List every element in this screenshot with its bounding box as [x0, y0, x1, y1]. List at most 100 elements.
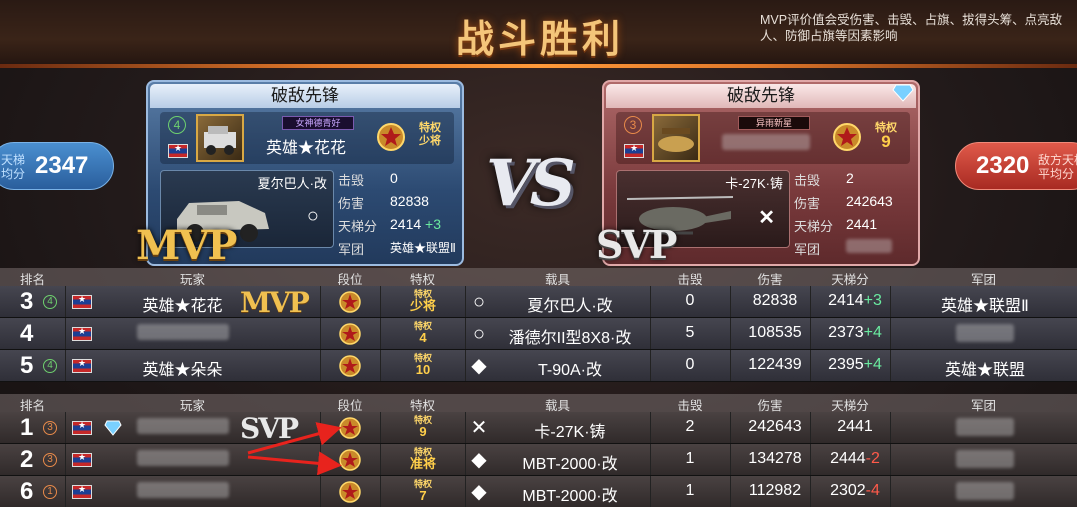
- rank-emblem-icon: [833, 123, 861, 151]
- privilege-badge: 特权 准将: [406, 447, 440, 470]
- table-row[interactable]: 23 特权准将 ◆ MBT-2000·改 1 134278 2444-2: [0, 444, 1077, 476]
- ladder-value: 2395: [828, 356, 864, 373]
- mvp-card[interactable]: 破敌先锋 4 女神德青好 英雄★花花 特权 少将 夏尔巴人·改 ○ 击毁0 伤害…: [136, 80, 464, 269]
- player-name[interactable]: 英雄★朵朵: [120, 356, 245, 380]
- column-divider: [890, 412, 891, 443]
- column-divider: [810, 350, 811, 381]
- column-divider: [465, 318, 466, 349]
- corps-label: 军团: [338, 242, 365, 257]
- avatar[interactable]: [652, 114, 700, 162]
- column-divider: [650, 350, 651, 381]
- ladder-cell: 2395+4: [815, 356, 895, 374]
- ladder-delta: +4: [863, 324, 882, 341]
- column-divider: [810, 286, 811, 317]
- ladder-value: 2414: [828, 292, 864, 309]
- mvp-badge: MVP: [240, 286, 310, 319]
- column-divider: [465, 350, 466, 381]
- ladder-value: 2414: [390, 216, 422, 232]
- privilege-badge: 特权 9: [406, 415, 440, 439]
- privilege-badge: 特权 少将: [406, 289, 440, 313]
- mvp-profile: 4 女神德青好 英雄★花花 特权 少将: [160, 112, 454, 164]
- column-divider: [65, 412, 66, 443]
- column-divider: [380, 476, 381, 507]
- table-row[interactable]: 54 英雄★朵朵 特权10 ◆ T-90A·改 0 122439 2395+4 英雄★联盟: [0, 350, 1077, 382]
- vehicle-name: MBT-2000·改: [522, 488, 618, 505]
- ladder-label: 天梯分: [794, 219, 834, 234]
- player-name-hidden[interactable]: [120, 450, 245, 471]
- table-row[interactable]: 34 英雄★花花MVP 特权少将 ○ 夏尔巴人·改 0 82838 2414+3 英雄★联盟Ⅱ: [0, 286, 1077, 319]
- player-name-hidden: [722, 134, 810, 155]
- column-divider: [890, 318, 891, 349]
- corps-name-hidden: [900, 418, 1070, 441]
- svp-card[interactable]: 破敌先锋 3 异雨新星 特权 9 卡-27K·铸 ✕ 击毁2 伤害242643: [596, 80, 920, 267]
- kills-label: 击毁: [794, 173, 821, 188]
- column-divider: [650, 286, 651, 317]
- damage-value: 82838: [390, 193, 429, 209]
- rank-emblem-icon: [336, 353, 364, 379]
- column-divider: [650, 318, 651, 349]
- avatar[interactable]: [196, 114, 244, 162]
- privilege-rank: 9: [881, 132, 891, 151]
- table-row[interactable]: 13SVP特权9✕卡-27K·铸22426432441: [0, 412, 1077, 445]
- kills-value: 1: [685, 450, 695, 467]
- ladder-cell: 2302-4: [815, 482, 895, 500]
- level-icon: 4: [43, 359, 57, 373]
- column-divider: [730, 476, 731, 507]
- level-icon: 1: [43, 485, 57, 499]
- blue-rows: 34英雄★花花MVP特权少将○夏尔巴人·改0828382414+3英雄★联盟Ⅱ4…: [0, 286, 1077, 382]
- vehicle-name: 潘德尔II型8X8·改: [508, 330, 632, 347]
- player-name-hidden[interactable]: [120, 324, 245, 345]
- column-divider: [320, 318, 321, 349]
- column-divider: [465, 286, 466, 317]
- flag-icon: [72, 452, 92, 467]
- privilege-rank: 少将: [409, 298, 436, 313]
- kills-value: 0: [390, 170, 398, 186]
- vehicle-type-mark: ◆: [471, 449, 487, 471]
- enemy-ladder-average: 2320 敌方天梯平均分: [955, 142, 1077, 190]
- table-row[interactable]: 4特权4○潘德尔II型8X8·改51085352373+4: [0, 318, 1077, 350]
- svp-badge: SVP: [596, 222, 677, 267]
- rank-number: 6: [20, 478, 34, 505]
- column-divider: [650, 412, 651, 443]
- ladder-cell: 2373+4: [815, 324, 895, 342]
- table-row[interactable]: 61特权7◆MBT-2000·改11129822302-4: [0, 476, 1077, 507]
- column-divider: [810, 444, 811, 475]
- column-divider: [890, 350, 891, 381]
- level-icon: 4: [43, 295, 57, 309]
- diamond-icon: [892, 84, 914, 102]
- privilege-rank: 7: [419, 488, 427, 503]
- ladder-cell: 2441: [815, 418, 895, 436]
- table-header: 排名 玩家 段位 特权 载具 击毁 伤害 天梯分 军团: [0, 394, 1077, 413]
- flag-icon: [72, 420, 92, 435]
- level-icon: 3: [43, 453, 57, 467]
- flag-icon: [72, 326, 92, 341]
- flag-icon: [624, 143, 644, 158]
- kills-value: 1: [685, 482, 695, 499]
- player-name[interactable]: 英雄★花花: [120, 292, 245, 316]
- team-ladder-average: 天梯均分 2347: [0, 142, 114, 190]
- ladder-cell: 2414+3: [815, 292, 895, 310]
- vehicle-type-mark: ◆: [471, 355, 487, 377]
- column-divider: [320, 350, 321, 381]
- ladder-delta: -4: [865, 482, 880, 499]
- mvp-stats: 击毁 0 伤害 82838 天梯分 2414 +3 军团 英雄★联盟Ⅱ: [338, 170, 458, 262]
- damage-value: 112982: [748, 482, 802, 499]
- player-name-hidden[interactable]: [120, 418, 245, 439]
- rank-emblem-icon: [336, 479, 364, 505]
- corps-name-hidden: [900, 324, 1070, 347]
- page-title: 战斗胜利: [455, 17, 624, 61]
- team-ladder-label: 天梯均分: [1, 153, 26, 181]
- privilege-badge: 特权 9: [870, 122, 902, 151]
- column-divider: [890, 286, 891, 317]
- player-name: 英雄★花花: [266, 140, 347, 157]
- privilege-rank: 9: [419, 424, 427, 439]
- svp-card-header: 破敌先锋: [606, 84, 916, 108]
- privilege-label: 特权: [419, 122, 441, 134]
- damage-label: 伤害: [338, 196, 365, 211]
- damage-value: 242643: [846, 193, 893, 209]
- damage-value: 108535: [748, 324, 802, 341]
- player-name-hidden[interactable]: [120, 482, 245, 503]
- privilege-rank: 4: [419, 330, 427, 345]
- rank-number: 4: [20, 320, 34, 347]
- column-divider: [380, 444, 381, 475]
